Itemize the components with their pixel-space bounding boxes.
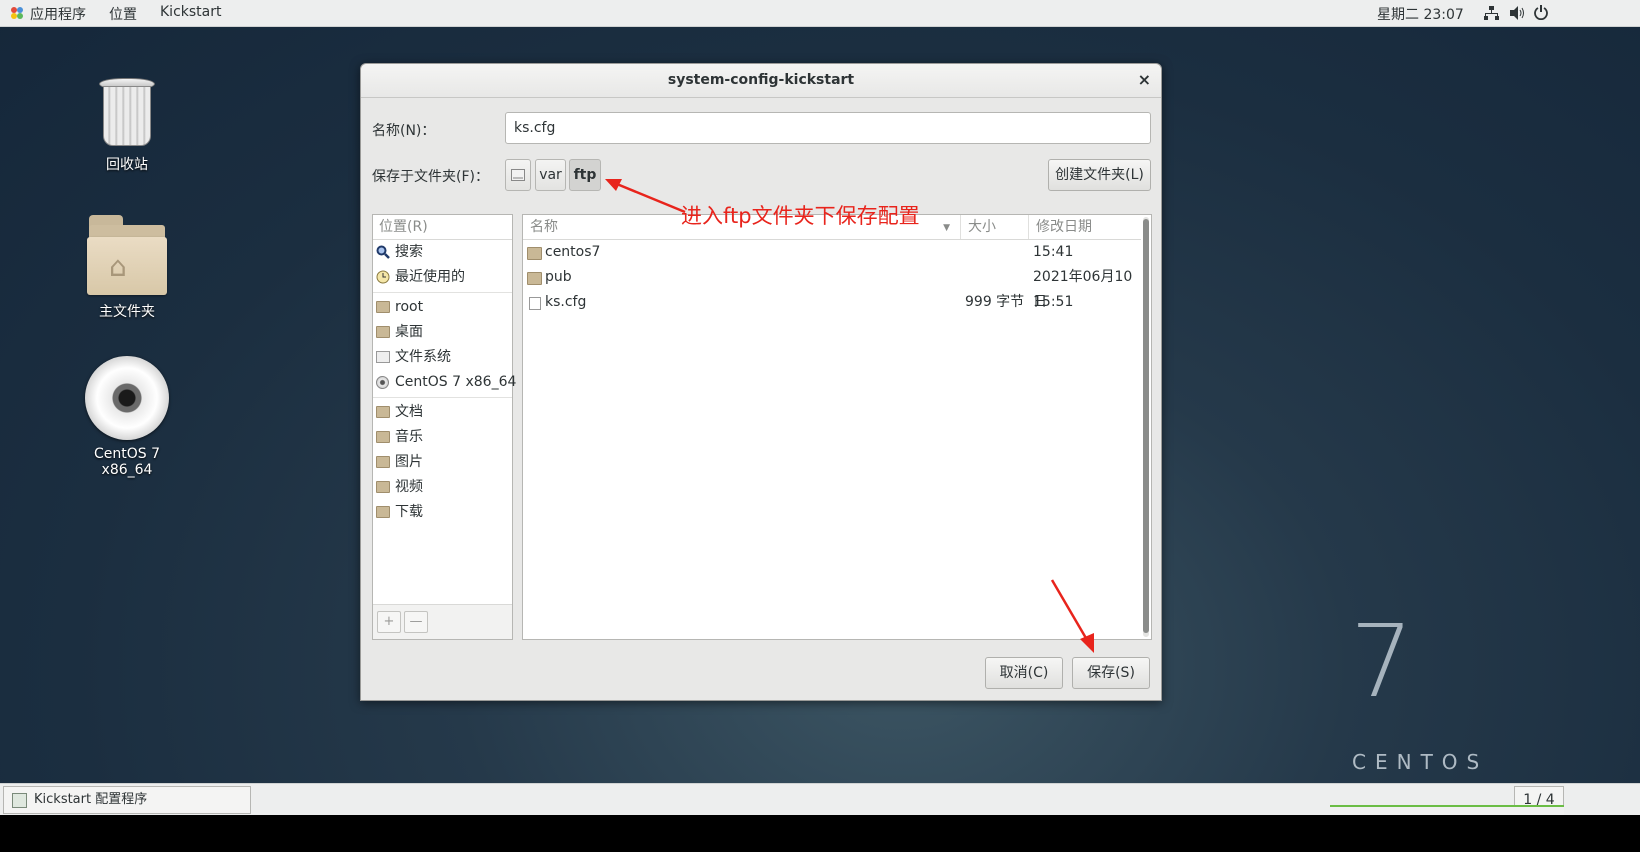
place-disc[interactable]: CentOS 7 x86_64 (373, 370, 516, 395)
place-recent[interactable]: 最近使用的 (373, 265, 512, 290)
file-modified: 15:41 (1033, 244, 1074, 260)
name-label: 名称(N)： (372, 123, 436, 139)
places-separator (373, 397, 512, 398)
place-root[interactable]: root (373, 295, 512, 320)
save-button[interactable]: 保存(S) (1072, 657, 1150, 689)
taskbar-kickstart[interactable]: Kickstart 配置程序 (3, 786, 251, 814)
place-label: 下载 (395, 504, 423, 520)
drive-icon (376, 351, 390, 363)
taskbar-kickstart-label: Kickstart 配置程序 (34, 792, 148, 807)
centos-logo-number: 7 (1350, 603, 1414, 720)
column-name-label: 名称 (530, 219, 558, 235)
centos-logo-word: CENTOS (1352, 750, 1489, 774)
place-label: 图片 (395, 454, 423, 470)
downloads-folder-icon (376, 506, 390, 518)
place-label: 文件系统 (395, 349, 451, 365)
scrollbar-thumb[interactable] (1143, 219, 1149, 633)
places-toolbar: + — (373, 604, 512, 639)
places-menu[interactable]: 位置 (109, 4, 137, 24)
dialog-title: system-config-kickstart (667, 72, 855, 88)
folder-label: 保存于文件夹(F)： (372, 169, 489, 185)
desktop-disc[interactable]: CentOS 7 x86_64 (67, 356, 187, 478)
annotation-arrow (1050, 579, 1094, 653)
places-sidebar: 位置(R) 搜索 最近使用的 root 桌面 文件系统 CentOS 7 x86… (372, 214, 516, 640)
pictures-folder-icon (376, 456, 390, 468)
path-var-button[interactable]: var (535, 159, 566, 191)
place-music[interactable]: 音乐 (373, 425, 512, 450)
disc-label: CentOS 7 x86_64 (93, 446, 160, 478)
close-icon[interactable]: × (1138, 70, 1151, 89)
place-label: CentOS 7 x86_64 (395, 374, 517, 390)
disc-icon (376, 376, 389, 389)
annotation-text: 进入ftp文件夹下保存配置 (681, 204, 920, 228)
kickstart-app-icon (12, 793, 27, 808)
column-modified[interactable]: 修改日期 (1029, 215, 1141, 239)
home-folder-icon: ⌂ (87, 215, 167, 295)
file-name: centos7 (545, 244, 601, 260)
places-header: 位置(R) (373, 215, 512, 240)
file-size: 999 字节 (965, 294, 1025, 310)
applications-icon[interactable] (10, 6, 24, 20)
app-menu[interactable]: Kickstart (160, 4, 221, 20)
file-name: pub (545, 269, 572, 285)
place-filesystem[interactable]: 文件系统 (373, 345, 512, 370)
clock[interactable]: 星期二 23:07 (1377, 4, 1464, 24)
screen-bottom-edge (0, 815, 1640, 852)
desktop-folder-icon (376, 326, 390, 338)
places-separator (373, 292, 512, 293)
place-search[interactable]: 搜索 (373, 240, 512, 265)
file-list-scrollbar[interactable] (1143, 217, 1149, 637)
folder-icon (527, 247, 542, 260)
place-pictures[interactable]: 图片 (373, 450, 512, 475)
disc-icon (85, 356, 169, 440)
top-bar: 应用程序 位置 Kickstart 星期二 23:07 (0, 0, 1640, 27)
home-folder-label: 主文件夹 (99, 304, 155, 320)
sort-down-icon: ▼ (943, 223, 950, 233)
path-ftp-button[interactable]: ftp (569, 159, 601, 191)
desktop-home-folder[interactable]: ⌂ 主文件夹 (67, 215, 187, 321)
file-name: ks.cfg (545, 294, 587, 310)
file-modified: 15:51 (1033, 294, 1074, 310)
path-root-button[interactable] (505, 159, 531, 191)
filename-input[interactable] (505, 112, 1151, 144)
place-label: 音乐 (395, 429, 423, 445)
place-label: 视频 (395, 479, 423, 495)
file-row[interactable]: centos7 15:41 (523, 240, 1141, 265)
place-label: 文档 (395, 404, 423, 420)
place-downloads[interactable]: 下载 (373, 500, 512, 525)
cancel-button[interactable]: 取消(C) (985, 657, 1063, 689)
file-row[interactable]: ks.cfg 999 字节 15:51 (523, 290, 1141, 315)
place-label: 最近使用的 (395, 269, 465, 285)
music-folder-icon (376, 431, 390, 443)
dialog-titlebar[interactable]: system-config-kickstart × (361, 64, 1161, 98)
place-videos[interactable]: 视频 (373, 475, 512, 500)
drive-icon (511, 169, 525, 181)
column-size[interactable]: 大小 (961, 215, 1029, 239)
place-desktop[interactable]: 桌面 (373, 320, 512, 345)
search-icon (376, 245, 390, 259)
desktop-trash[interactable]: 回收站 (67, 78, 187, 174)
place-documents[interactable]: 文档 (373, 400, 512, 425)
place-label: 桌面 (395, 324, 423, 340)
documents-folder-icon (376, 406, 390, 418)
applications-menu[interactable]: 应用程序 (30, 4, 86, 24)
file-row[interactable]: pub 2021年06月10日 (523, 265, 1141, 310)
videos-folder-icon (376, 481, 390, 493)
remove-place-button[interactable]: — (404, 611, 428, 633)
home-folder-icon (376, 301, 390, 313)
place-label: 搜索 (395, 244, 423, 260)
power-icon[interactable] (1534, 5, 1548, 20)
add-place-button[interactable]: + (377, 611, 401, 633)
annotation-arrow (605, 179, 686, 214)
place-label: root (395, 299, 424, 315)
recent-icon (376, 270, 390, 284)
trash-icon (99, 78, 155, 148)
network-icon[interactable] (1484, 6, 1499, 20)
create-folder-button[interactable]: 创建文件夹(L) (1048, 159, 1151, 191)
text-file-icon (529, 297, 541, 310)
trash-label: 回收站 (106, 157, 148, 173)
volume-icon[interactable] (1510, 6, 1525, 20)
folder-icon (527, 272, 542, 285)
